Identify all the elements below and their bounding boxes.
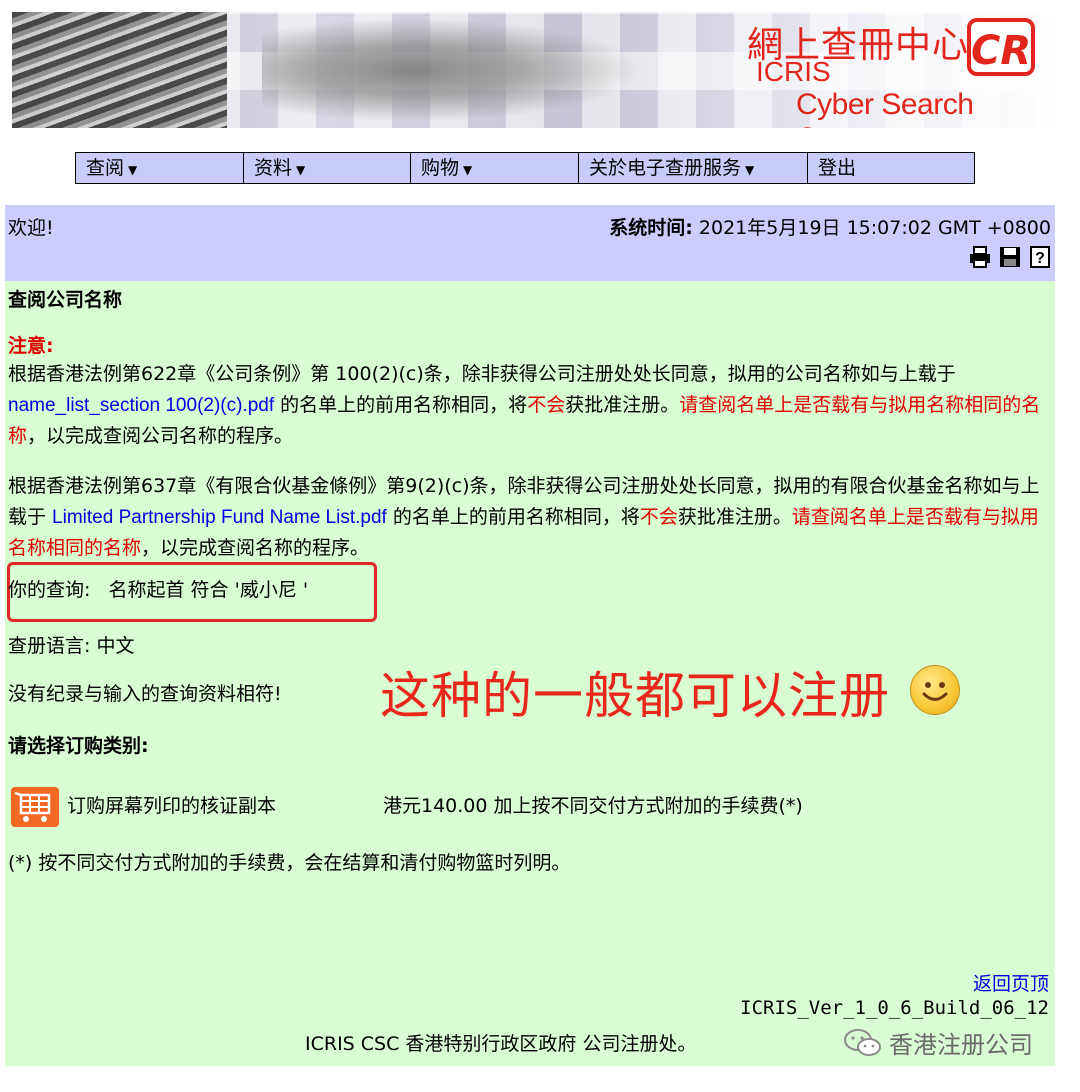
watermark-text: 香港注册公司 xyxy=(889,1031,1033,1059)
menu-item-search[interactable]: 查阅 ▼ xyxy=(76,153,244,183)
main-menu: 查阅 ▼ 资料 ▼ 购物 ▼ 关於电子查册服务 ▼ 登出 xyxy=(75,152,975,184)
para-red-text: 不会 xyxy=(639,506,678,528)
no-record-message: 没有纪录与输入的查询资料相符! xyxy=(8,683,282,705)
banner-subtitle: Cyber Search Centre xyxy=(796,88,974,128)
system-time-value: 2021年5月19日 15:07:02 GMT +0800 xyxy=(698,217,1051,239)
toolbar: ? xyxy=(968,245,1052,269)
para-text: ，以完成查阅公司名称的程序。 xyxy=(27,425,294,447)
name-list-pdf-link[interactable]: name_list_section 100(2)(c).pdf xyxy=(8,395,274,416)
dropdown-arrow-icon: ▼ xyxy=(745,163,755,177)
copyright-text: ICRIS CSC 香港特别行政区政府 公司注册处。 xyxy=(305,1033,697,1055)
dropdown-arrow-icon: ▼ xyxy=(128,163,138,177)
status-bar: 欢迎! 系统时间: 2021年5月19日 15:07:02 GMT +0800 … xyxy=(5,205,1055,281)
system-time-label: 系统时间: xyxy=(609,217,693,239)
notice-paragraph-2: 根据香港法例第637章《有限合伙基金條例》第9(2)(c)条，除非获得公司注册处… xyxy=(8,471,1048,564)
shopping-cart-icon[interactable] xyxy=(11,787,59,827)
footnote: (*) 按不同交付方式附加的手续费，会在结算和清付购物篮时列明。 xyxy=(8,852,571,874)
menu-label: 购物 xyxy=(421,157,460,179)
banner-photo xyxy=(12,12,227,128)
menu-item-logout[interactable]: 登出 xyxy=(808,153,974,183)
wechat-icon xyxy=(844,1028,881,1056)
lpf-name-list-pdf-link[interactable]: Limited Partnership Fund Name List.pdf xyxy=(52,507,387,528)
query-text: 你的查询: 名称起首 符合 '威小尼 ' xyxy=(8,579,309,601)
para-text: ，以完成查阅名称的程序。 xyxy=(141,537,370,559)
header-banner: 網上查冊中心 CR ICRIS Cyber Search Centre xyxy=(12,12,1062,128)
back-to-top-link[interactable]: 返回页顶 xyxy=(973,969,1049,996)
cr-logo: CR xyxy=(967,18,1035,76)
help-icon[interactable]: ? xyxy=(1028,245,1052,269)
wechat-watermark: 香港注册公司 xyxy=(843,1025,1033,1060)
print-icon[interactable] xyxy=(968,245,992,269)
para-text: 的名单上的前用名称相同，将 xyxy=(386,506,640,528)
notice-paragraph-1: 根据香港法例第622章《公司条例》第 100(2)(c)条，除非获得公司注册处处… xyxy=(8,359,1048,452)
menu-label: 资料 xyxy=(254,157,293,179)
menu-label: 关於电子查册服务 xyxy=(589,157,742,179)
para-text: 获批准注册。 xyxy=(565,394,680,416)
smiley-icon xyxy=(910,665,960,715)
para-text: 获批准注册。 xyxy=(677,506,792,528)
para-text: 根据香港法例第622章《公司条例》第 100(2)(c)条，除非获得公司注册处处… xyxy=(8,363,956,385)
banner-map-graphic xyxy=(262,18,642,122)
menu-item-shopping[interactable]: 购物 ▼ xyxy=(411,153,579,183)
build-version: ICRIS_Ver_1_0_6_Build_06_12 xyxy=(740,997,1049,1019)
order-heading: 请选择订购类别: xyxy=(8,735,149,757)
banner-icris: ICRIS xyxy=(756,56,831,87)
order-item-price: 港元140.00 加上按不同交付方式附加的手续费(*) xyxy=(383,795,803,817)
svg-text:?: ? xyxy=(1035,250,1045,267)
para-text: 的名单上的前用名称相同，将 xyxy=(274,394,528,416)
para-red-text: 不会 xyxy=(527,394,566,416)
menu-item-info[interactable]: 资料 ▼ xyxy=(244,153,411,183)
menu-label: 查阅 xyxy=(86,157,125,179)
dropdown-arrow-icon: ▼ xyxy=(463,163,473,177)
notice-label: 注意: xyxy=(8,335,54,357)
welcome-text: 欢迎! xyxy=(8,217,54,239)
main-content: 查阅公司名称 注意: 根据香港法例第622章《公司条例》第 100(2)(c)条… xyxy=(5,281,1055,1066)
dropdown-arrow-icon: ▼ xyxy=(296,163,306,177)
order-item-label[interactable]: 订购屏幕列印的核证副本 xyxy=(67,791,276,822)
system-time: 系统时间: 2021年5月19日 15:07:02 GMT +0800 xyxy=(609,213,1051,240)
save-icon[interactable] xyxy=(998,245,1022,269)
menu-item-about[interactable]: 关於电子查册服务 ▼ xyxy=(579,153,808,183)
annotation-text: 这种的一般都可以注册 xyxy=(380,667,890,725)
menu-label: 登出 xyxy=(818,157,857,179)
search-language: 查册语言: 中文 xyxy=(8,635,135,657)
page-title: 查阅公司名称 xyxy=(8,289,123,311)
